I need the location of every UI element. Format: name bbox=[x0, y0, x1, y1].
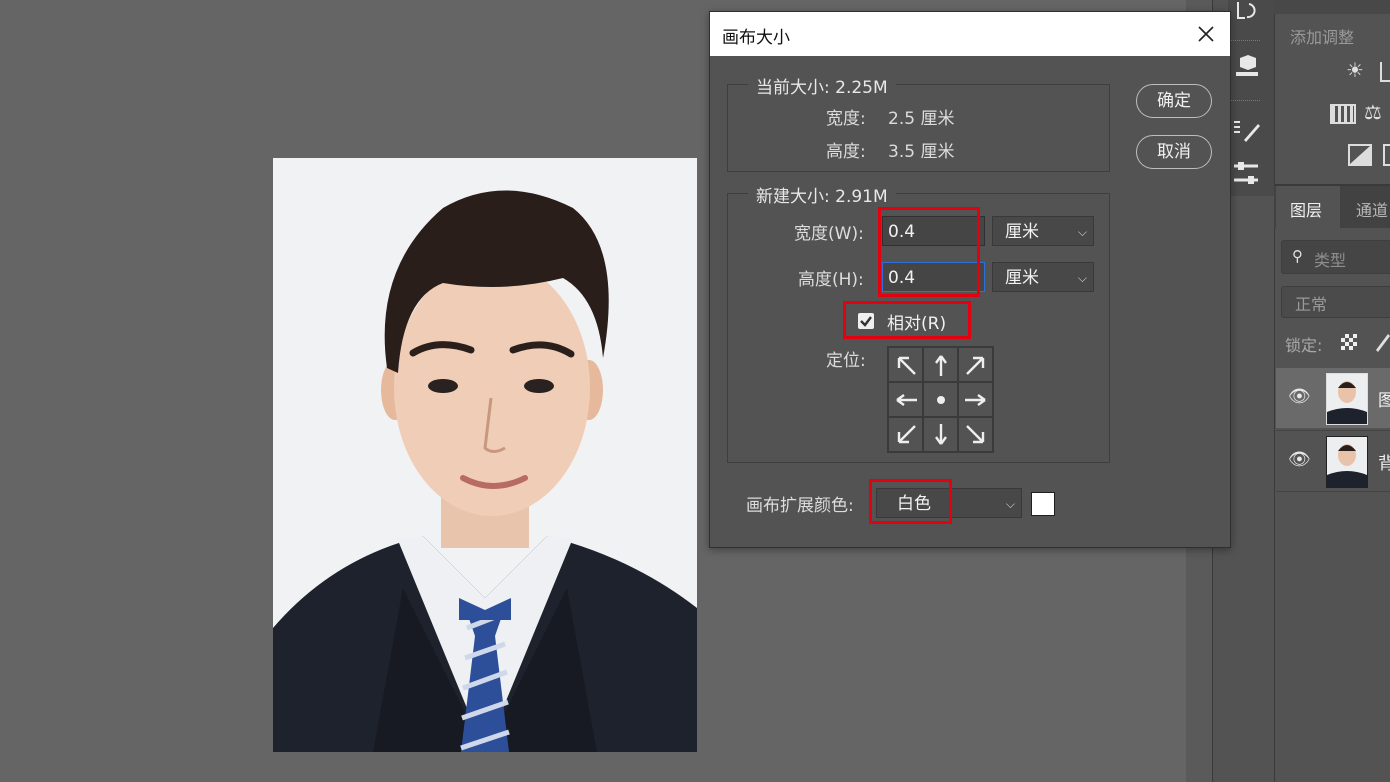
brightness-icon[interactable]: ☀ bbox=[1346, 58, 1364, 82]
history-icon[interactable] bbox=[1235, 0, 1259, 26]
lock-transparent-icon[interactable] bbox=[1341, 334, 1357, 350]
new-height-label: 高度(H): bbox=[798, 270, 864, 290]
canvas-photo bbox=[273, 158, 697, 752]
new-size-legend: 新建大小: 2.91M bbox=[748, 182, 896, 207]
current-height-label: 高度: bbox=[826, 142, 866, 162]
current-width-label: 宽度: bbox=[826, 109, 866, 129]
3d-cube-icon[interactable] bbox=[1232, 54, 1260, 86]
layer-name: 背 bbox=[1378, 454, 1390, 474]
anchor-top-left-arrow-icon[interactable] bbox=[888, 347, 923, 382]
anchor-grid bbox=[887, 346, 994, 453]
scale-icon[interactable]: ⚖ bbox=[1364, 100, 1382, 124]
tab-layers[interactable]: 图层 bbox=[1276, 186, 1340, 228]
canvas-color-swatch[interactable] bbox=[1031, 492, 1055, 516]
dialog-titlebar[interactable]: 画布大小 bbox=[710, 12, 1230, 56]
layer-filter-search[interactable]: ⚲ 类型 bbox=[1281, 240, 1390, 274]
anchor-bottom-left-arrow-icon[interactable] bbox=[888, 417, 923, 452]
current-width-value: 2.5 厘米 bbox=[888, 109, 955, 129]
anchor-label: 定位: bbox=[826, 351, 866, 371]
canvas-ext-color-label: 画布扩展颜色: bbox=[746, 496, 854, 516]
layer-thumbnail bbox=[1326, 373, 1368, 425]
dialog-title: 画布大小 bbox=[722, 28, 790, 48]
close-icon[interactable] bbox=[1190, 18, 1222, 50]
layer-row[interactable]: 👁 背 bbox=[1276, 430, 1390, 492]
color-balance-icon[interactable] bbox=[1330, 104, 1356, 124]
layer-thumbnail bbox=[1326, 436, 1368, 488]
drag-grip[interactable] bbox=[1230, 40, 1260, 45]
highlight-box-ext-color bbox=[869, 479, 952, 524]
levels-icon[interactable] bbox=[1380, 62, 1390, 82]
blend-mode-select[interactable]: 正常 bbox=[1281, 286, 1390, 318]
tab-layers-label: 图层 bbox=[1290, 201, 1323, 220]
blend-mode-value: 正常 bbox=[1295, 295, 1328, 314]
width-unit-select[interactable]: 厘米 ⌵ bbox=[992, 216, 1094, 246]
height-unit-select[interactable]: 厘米 ⌵ bbox=[992, 262, 1094, 292]
portrait-image bbox=[273, 158, 697, 752]
tab-channels[interactable]: 通道 bbox=[1356, 197, 1388, 221]
visibility-eye-icon[interactable]: 👁 bbox=[1288, 386, 1311, 407]
current-height-value: 3.5 厘米 bbox=[888, 142, 955, 162]
anchor-top-right-arrow-icon[interactable] bbox=[958, 347, 993, 382]
lock-label: 锁定: bbox=[1285, 336, 1323, 355]
new-width-label: 宽度(W): bbox=[794, 224, 864, 244]
panel-header-strip bbox=[1274, 0, 1390, 14]
anchor-right-arrow-icon[interactable] bbox=[958, 382, 993, 417]
layer-name: 图 bbox=[1378, 391, 1390, 411]
layer-row[interactable]: 👁 图 bbox=[1276, 368, 1390, 428]
anchor-left-arrow-icon[interactable] bbox=[888, 382, 923, 417]
canvas-size-dialog: 画布大小 当前大小: 2.25M 宽度: 2.5 厘米 高度: 3.5 厘米 确… bbox=[709, 11, 1231, 548]
brush-settings-icon[interactable] bbox=[1232, 118, 1262, 150]
visibility-eye-icon[interactable]: 👁 bbox=[1288, 449, 1311, 470]
cancel-button[interactable]: 取消 bbox=[1136, 135, 1212, 169]
properties-sliders-icon[interactable] bbox=[1232, 160, 1262, 192]
drag-grip[interactable] bbox=[1230, 100, 1260, 105]
anchor-bottom-right-arrow-icon[interactable] bbox=[958, 417, 993, 452]
height-unit-value: 厘米 bbox=[1005, 268, 1039, 288]
highlight-box-relative bbox=[843, 301, 971, 339]
search-icon: ⚲ bbox=[1292, 247, 1303, 265]
current-size-legend: 当前大小: 2.25M bbox=[748, 73, 896, 98]
lock-brush-icon[interactable] bbox=[1374, 332, 1390, 356]
anchor-center-dot-icon[interactable] bbox=[923, 382, 958, 417]
width-unit-value: 厘米 bbox=[1005, 222, 1039, 242]
invert-icon[interactable] bbox=[1348, 144, 1372, 166]
ok-button[interactable]: 确定 bbox=[1136, 84, 1212, 118]
posterize-icon[interactable] bbox=[1383, 144, 1390, 166]
anchor-top-arrow-icon[interactable] bbox=[923, 347, 958, 382]
highlight-box-size-inputs bbox=[878, 207, 980, 297]
chevron-down-icon: ⌵ bbox=[1077, 271, 1087, 285]
chevron-down-icon: ⌵ bbox=[1077, 225, 1087, 239]
adjustments-title: 添加调整 bbox=[1290, 28, 1355, 47]
anchor-bottom-arrow-icon[interactable] bbox=[923, 417, 958, 452]
search-placeholder: 类型 bbox=[1314, 251, 1347, 270]
chevron-down-icon: ⌵ bbox=[1005, 497, 1015, 511]
